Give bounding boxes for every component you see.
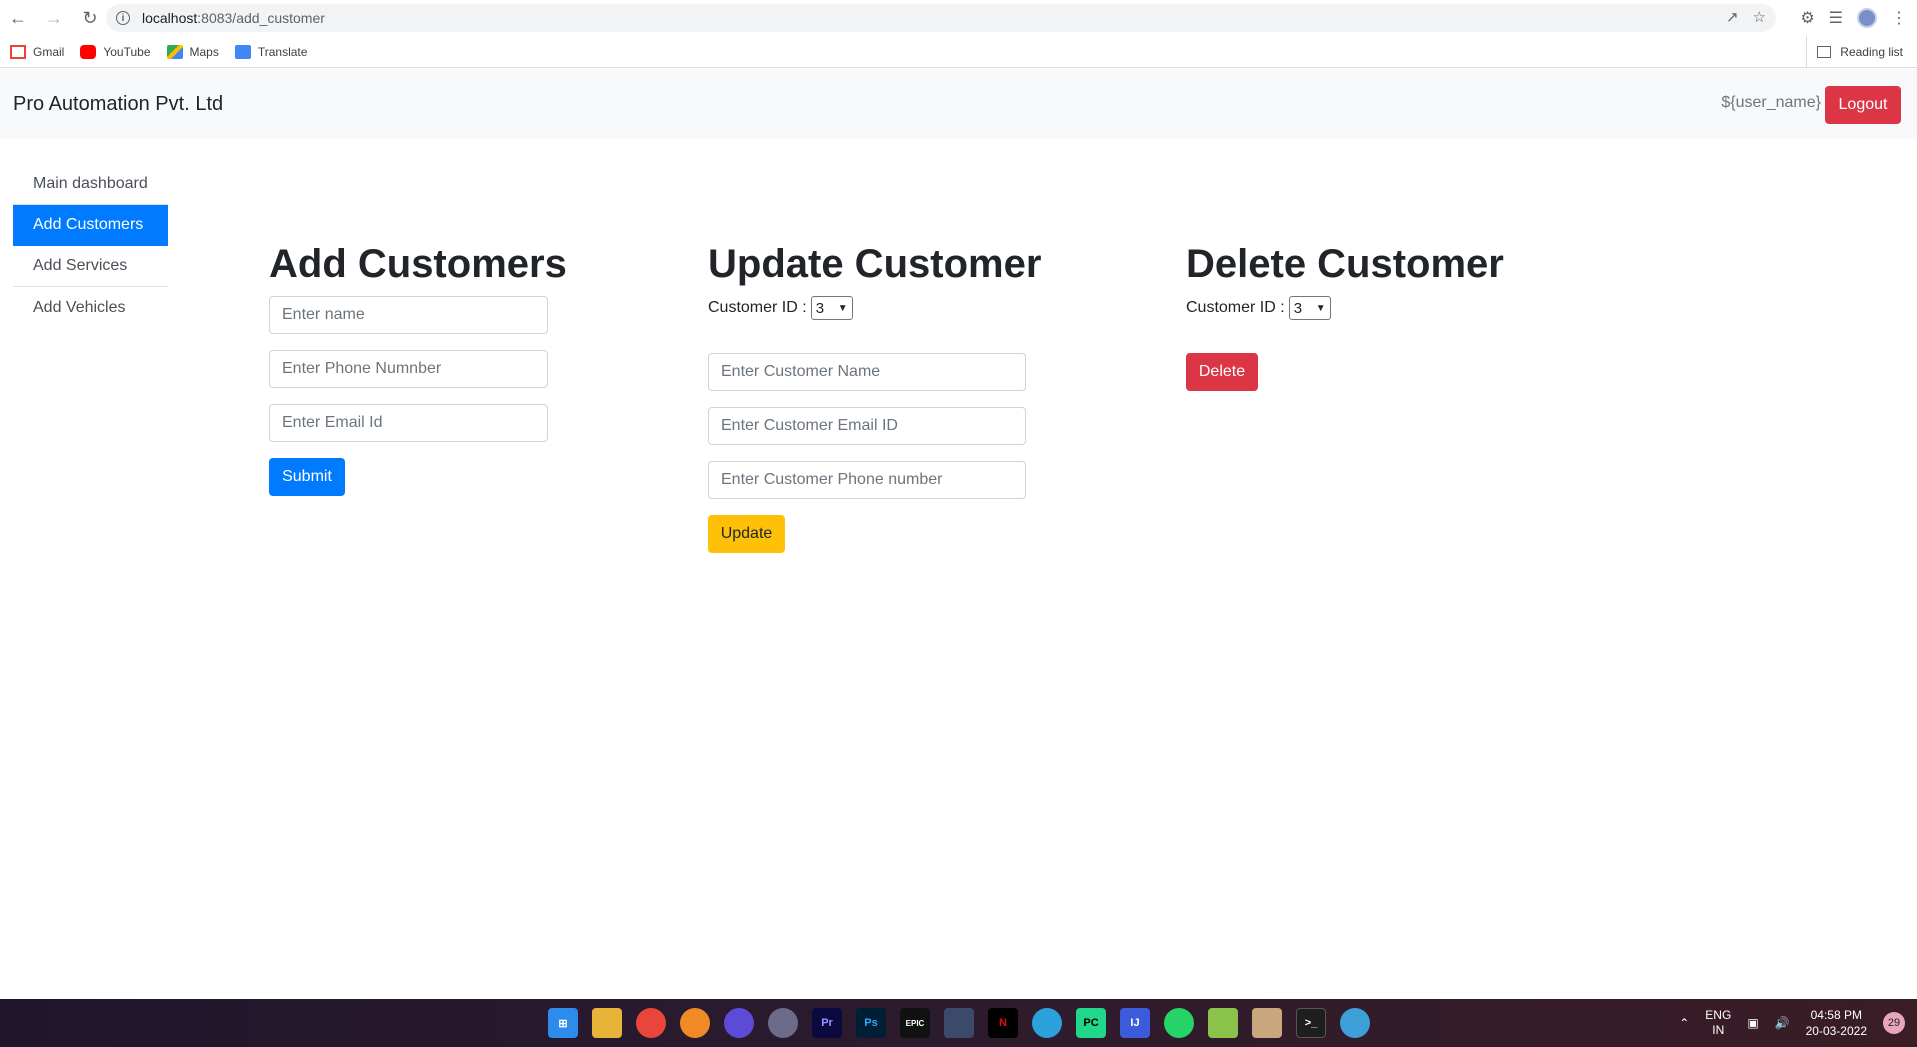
chevron-up-icon[interactable]: ⌃ bbox=[1679, 1016, 1689, 1030]
translate-icon bbox=[234, 44, 251, 59]
chrome-icon[interactable] bbox=[636, 1008, 666, 1038]
bluestacks-icon[interactable] bbox=[1208, 1008, 1238, 1038]
add-customers-title: Add Customers bbox=[269, 242, 567, 286]
update-customer-id-label: Customer ID : bbox=[708, 299, 807, 316]
app-navbar: Pro Automation Pvt. Ltd ${user_name} Log… bbox=[0, 69, 1917, 139]
intellij-icon[interactable]: IJ bbox=[1120, 1008, 1150, 1038]
language-indicator[interactable]: ENG IN bbox=[1705, 1008, 1731, 1038]
customer-name-input[interactable] bbox=[269, 296, 548, 334]
bookmark-youtube[interactable]: YouTube bbox=[80, 44, 151, 59]
reading-list-icon bbox=[1817, 46, 1832, 58]
volume-icon[interactable]: 🔊 bbox=[1775, 1016, 1790, 1030]
sidebar-item-add-vehicles[interactable]: Add Vehicles bbox=[13, 287, 168, 328]
customer-phone-input[interactable] bbox=[269, 350, 548, 388]
photoshop-icon[interactable]: Ps bbox=[856, 1008, 886, 1038]
sidebar-item-add-customers[interactable]: Add Customers bbox=[13, 205, 168, 246]
fl-studio-icon[interactable] bbox=[680, 1008, 710, 1038]
update-button[interactable]: Update bbox=[708, 515, 785, 553]
pycharm-icon[interactable]: PC bbox=[1076, 1008, 1106, 1038]
bookmarks-bar: Gmail YouTube Maps Translate Reading lis… bbox=[0, 36, 1917, 68]
delete-customer-id-label: Customer ID : bbox=[1186, 299, 1285, 316]
delete-customer-id-select[interactable]: 3 ▼ bbox=[1288, 296, 1331, 320]
browser-toolbar: ← → ↻ i localhost:8083/add_customer ↗ ☆ … bbox=[0, 0, 1917, 36]
update-customer-email-input[interactable] bbox=[708, 407, 1026, 445]
chevron-down-icon: ▼ bbox=[1315, 302, 1326, 314]
user-name: ${user_name} bbox=[1721, 94, 1821, 111]
url-path: :8083/add_customer bbox=[197, 10, 325, 26]
taskbar: ⊞ Pr Ps EPIC N PC IJ >_ ⌃ ENG IN ▣ 🔊 04:… bbox=[0, 999, 1917, 1047]
share-icon[interactable]: ↗ bbox=[1726, 8, 1739, 26]
update-customer-id-row: Customer ID : 3 ▼ bbox=[708, 296, 853, 320]
whatsapp-icon[interactable] bbox=[1164, 1008, 1194, 1038]
forward-icon[interactable]: → bbox=[36, 0, 72, 36]
terminal-icon[interactable]: >_ bbox=[1296, 1008, 1326, 1038]
sidebar-item-main-dashboard[interactable]: Main dashboard bbox=[13, 164, 168, 205]
bookmark-gmail[interactable]: Gmail bbox=[10, 44, 64, 59]
maps-icon bbox=[166, 44, 183, 59]
start-icon[interactable]: ⊞ bbox=[548, 1008, 578, 1038]
blender-icon[interactable] bbox=[724, 1008, 754, 1038]
chevron-down-icon: ▼ bbox=[837, 302, 848, 314]
back-icon[interactable]: ← bbox=[0, 0, 36, 36]
epic-games-icon[interactable]: EPIC bbox=[900, 1008, 930, 1038]
update-customer-name-input[interactable] bbox=[708, 353, 1026, 391]
app-icon[interactable] bbox=[1252, 1008, 1282, 1038]
sidebar-nav: Main dashboard Add Customers Add Service… bbox=[13, 164, 168, 328]
premiere-icon[interactable]: Pr bbox=[812, 1008, 842, 1038]
globe-icon[interactable] bbox=[1340, 1008, 1370, 1038]
profile-avatar[interactable] bbox=[1857, 8, 1877, 28]
sidebar-item-add-services[interactable]: Add Services bbox=[13, 246, 168, 287]
bookmark-star-icon[interactable]: ☆ bbox=[1753, 8, 1766, 26]
site-info-icon[interactable]: i bbox=[116, 11, 130, 25]
netflix-icon[interactable]: N bbox=[988, 1008, 1018, 1038]
logout-button[interactable]: Logout bbox=[1825, 86, 1901, 124]
app-icon[interactable] bbox=[768, 1008, 798, 1038]
address-bar[interactable]: i localhost:8083/add_customer ↗ ☆ bbox=[106, 4, 1776, 32]
delete-button[interactable]: Delete bbox=[1186, 353, 1258, 391]
notification-badge[interactable]: 29 bbox=[1883, 1012, 1905, 1034]
gmail-icon bbox=[10, 44, 26, 59]
network-icon[interactable]: ▣ bbox=[1747, 1016, 1758, 1030]
delete-customer-id-row: Customer ID : 3 ▼ bbox=[1186, 296, 1331, 320]
customer-email-input[interactable] bbox=[269, 404, 548, 442]
virtualbox-icon[interactable] bbox=[944, 1008, 974, 1038]
update-customer-title: Update Customer bbox=[708, 242, 1042, 286]
update-customer-phone-input[interactable] bbox=[708, 461, 1026, 499]
bookmark-maps[interactable]: Maps bbox=[166, 44, 219, 59]
reading-list-button[interactable]: Reading list bbox=[1806, 36, 1903, 68]
media-icon[interactable]: ☰ bbox=[1829, 8, 1843, 28]
reload-icon[interactable]: ↻ bbox=[72, 0, 108, 36]
file-explorer-icon[interactable] bbox=[592, 1008, 622, 1038]
submit-button[interactable]: Submit bbox=[269, 458, 345, 496]
telegram-icon[interactable] bbox=[1032, 1008, 1062, 1038]
extensions-icon[interactable]: ⚙ bbox=[1800, 8, 1814, 28]
url-host: localhost bbox=[142, 10, 198, 26]
menu-icon[interactable]: ⋮ bbox=[1891, 8, 1907, 28]
update-customer-id-select[interactable]: 3 ▼ bbox=[810, 296, 853, 320]
delete-customer-title: Delete Customer bbox=[1186, 242, 1504, 286]
youtube-icon bbox=[80, 44, 97, 59]
bookmark-translate[interactable]: Translate bbox=[234, 44, 307, 59]
brand-title[interactable]: Pro Automation Pvt. Ltd bbox=[13, 93, 223, 116]
clock[interactable]: 04:58 PM 20-03-2022 bbox=[1806, 1007, 1867, 1039]
